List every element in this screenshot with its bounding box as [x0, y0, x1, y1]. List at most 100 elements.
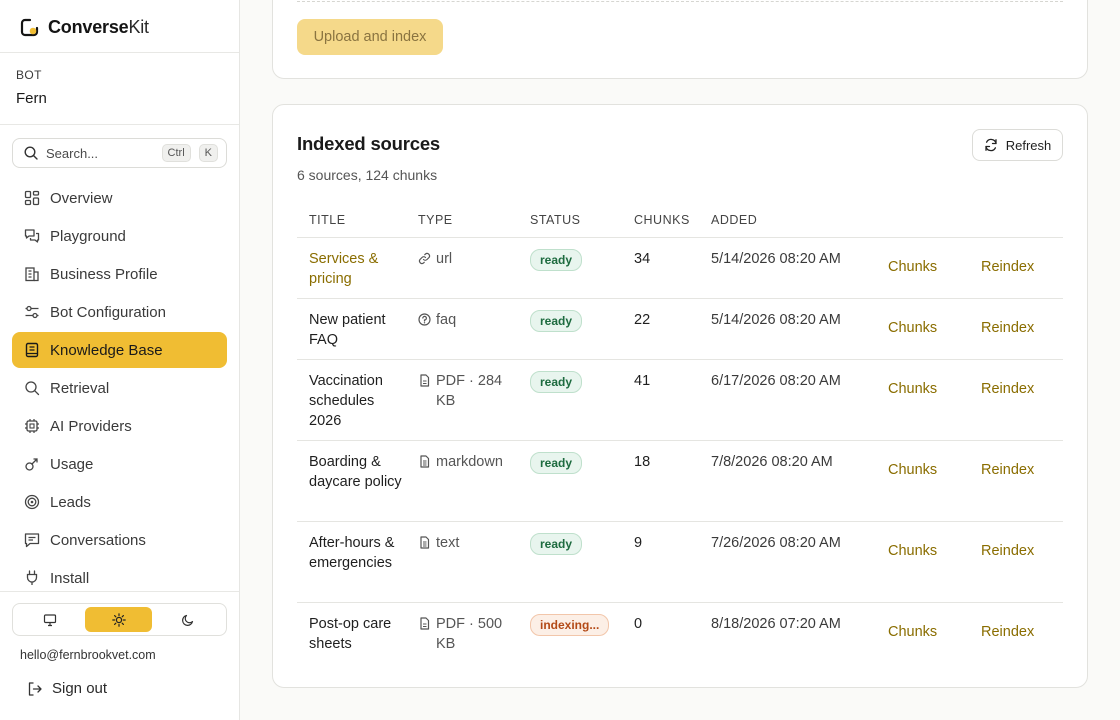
sidebar-item-ai-providers[interactable]: AI Providers [12, 408, 227, 444]
section-title: Indexed sources [297, 133, 441, 154]
source-title: New patient FAQ [309, 312, 386, 348]
sidebar-item-label: AI Providers [50, 417, 132, 435]
view-chunks-button[interactable]: Chunks [888, 622, 937, 642]
sliders-icon [25, 305, 39, 319]
monitor-icon [43, 613, 56, 626]
indexed-sources-card: Indexed sources 6 sources, 124 chunks Re… [272, 104, 1088, 688]
sidebar-item-label: Retrieval [50, 379, 110, 397]
sidebar-item-conversations[interactable]: Conversations [12, 522, 227, 558]
view-chunks-button[interactable]: Chunks [888, 318, 937, 338]
search-icon [25, 381, 40, 396]
sidebar-item-usage[interactable]: Usage [12, 446, 227, 482]
table-row: Vaccination schedules 2026 PDF · 284 KB … [297, 360, 1063, 441]
book-icon [25, 342, 39, 358]
sidebar-item-label: Usage [50, 455, 94, 473]
sidebar: ConverseKit BOT Fern Search... Ctrl K Ov… [0, 0, 240, 720]
status-badge-label: ready [530, 452, 583, 474]
chunk-count: 9 [634, 535, 643, 551]
table-header: TITLE TYPE STATUS CHUNKS ADDED [297, 205, 1063, 238]
bot-label: BOT [16, 68, 42, 82]
source-type-label: url [436, 251, 453, 267]
source-type-label: text [436, 535, 460, 551]
refresh-icon [985, 138, 997, 152]
source-title-link[interactable]: Services & pricing [309, 249, 409, 289]
status-badge: ready [530, 371, 583, 393]
sidebar-item-overview[interactable]: Overview [12, 180, 227, 216]
doc-icon [420, 455, 430, 468]
chunk-count: 41 [634, 373, 651, 389]
upload-and-index-button[interactable]: Upload and index [297, 19, 443, 55]
view-chunks-button[interactable]: Chunks [888, 257, 937, 277]
reindex-button[interactable]: Reindex [981, 257, 1034, 277]
brand-logo[interactable]: ConverseKit [20, 14, 149, 40]
sidebar-item-knowledge-base[interactable]: Knowledge Base [12, 332, 227, 368]
source-title: Boarding & daycare policy [309, 454, 402, 490]
sidebar-item-business-profile[interactable]: Business Profile [12, 256, 227, 292]
sidebar-item-label: Install [50, 569, 90, 587]
reindex-button[interactable]: Reindex [981, 318, 1034, 338]
search-input[interactable]: Search... [46, 146, 154, 161]
source-type: faq [418, 310, 518, 330]
theme-toggle [12, 603, 227, 636]
reindex-button[interactable]: Reindex [981, 622, 1034, 642]
sidebar-item-label: Bot Configuration [50, 303, 166, 321]
chunk-count: 34 [634, 251, 651, 267]
refresh-label: Refresh [1005, 137, 1052, 153]
sidebar-item-bot-configuration[interactable]: Bot Configuration [12, 294, 227, 330]
source-type-label: markdown [436, 454, 503, 470]
sun-icon [111, 612, 126, 627]
sources-summary: 6 sources, 124 chunks [297, 167, 438, 183]
source-title: Vaccination schedules 2026 [309, 373, 383, 429]
refresh-button[interactable]: Refresh [972, 129, 1063, 161]
theme-system-button[interactable] [16, 607, 83, 632]
sidebar-item-label: Overview [50, 189, 113, 207]
sign-out-button[interactable]: Sign out [27, 680, 107, 697]
table-row: Services & pricing url ready 34 5/14/202… [297, 238, 1063, 299]
status-badge: ready [530, 452, 583, 474]
status-badge: ready [530, 310, 583, 332]
view-chunks-button[interactable]: Chunks [888, 460, 937, 480]
reindex-button[interactable]: Reindex [981, 541, 1034, 561]
moon-icon [181, 614, 193, 626]
reindex-button[interactable]: Reindex [981, 379, 1034, 399]
bot-selector[interactable]: BOT Fern [16, 68, 47, 107]
grid-icon [24, 190, 40, 206]
upload-card: Upload and index [272, 0, 1088, 79]
sidebar-divider [0, 591, 239, 592]
theme-dark-button[interactable] [154, 607, 221, 632]
user-email: hello@fernbrookvet.com [20, 648, 156, 662]
status-badge: ready [530, 249, 583, 271]
shortcut-key-k: K [198, 144, 218, 162]
column-header-type: TYPE [418, 213, 453, 227]
sidebar-item-leads[interactable]: Leads [12, 484, 227, 520]
view-chunks-button[interactable]: Chunks [888, 379, 937, 399]
search-box[interactable]: Search... Ctrl K [12, 138, 227, 168]
column-header-title: TITLE [309, 213, 346, 227]
added-date: 6/17/2026 08:20 AM [711, 373, 841, 389]
chunk-count: 18 [634, 454, 651, 470]
status-badge-label: indexing... [530, 614, 610, 636]
link-icon [418, 252, 431, 265]
reindex-button[interactable]: Reindex [981, 460, 1034, 480]
theme-light-button[interactable] [85, 607, 152, 632]
bot-name: Fern [16, 90, 47, 107]
source-title: After-hours & emergencies [309, 535, 395, 571]
view-chunks-button[interactable]: Chunks [888, 541, 937, 561]
column-header-added: ADDED [711, 213, 758, 227]
sidebar-item-retrieval[interactable]: Retrieval [12, 370, 227, 406]
sidebar-item-label: Leads [50, 493, 91, 511]
sidebar-nav: Overview Playground Business Profile Bot… [12, 180, 227, 598]
source-type: markdown [418, 452, 518, 472]
sidebar-item-label: Conversations [50, 531, 146, 549]
dropzone-edge [297, 1, 1063, 2]
table-row: After-hours & emergencies text ready 9 7… [297, 522, 1063, 603]
chunk-count: 0 [634, 616, 643, 632]
source-type: PDF · 500 KB [418, 614, 518, 654]
sidebar-item-label: Knowledge Base [50, 341, 163, 359]
sidebar-item-label: Business Profile [50, 265, 158, 283]
added-date: 5/14/2026 08:20 AM [711, 251, 841, 267]
sidebar-item-playground[interactable]: Playground [12, 218, 227, 254]
status-badge-label: ready [530, 371, 583, 393]
table-row: Boarding & daycare policy markdown ready… [297, 441, 1063, 522]
sidebar-divider [0, 124, 239, 125]
